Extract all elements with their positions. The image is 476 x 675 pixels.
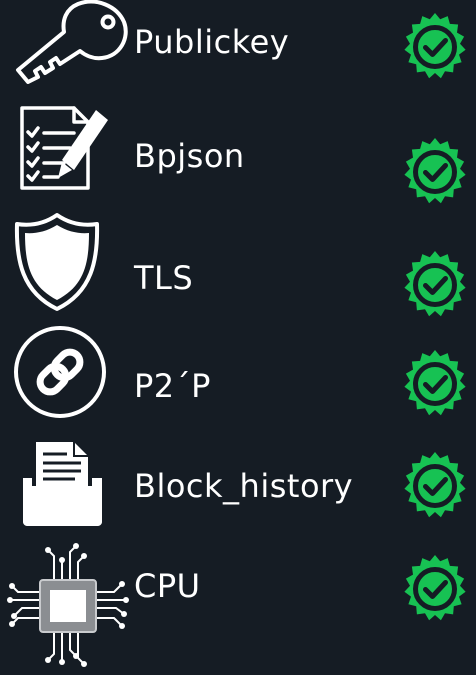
- check-badge-icon: [398, 135, 472, 209]
- list-item-publickey: Publickey: [0, 0, 476, 100]
- checklist-document-icon: [20, 106, 108, 190]
- list-item-block-history: Block_history: [0, 434, 476, 534]
- shield-icon: [14, 213, 100, 311]
- item-label: P2´P: [134, 367, 211, 405]
- item-label: Block_history: [134, 467, 354, 505]
- check-badge-icon: [398, 248, 472, 322]
- list-item-p2p: P2´P: [0, 322, 476, 422]
- list-item-cpu: CPU: [0, 540, 476, 675]
- item-label: Publickey: [134, 23, 290, 61]
- item-label: TLS: [134, 259, 194, 297]
- check-badge-icon: [398, 347, 472, 421]
- check-badge-icon: [398, 552, 472, 626]
- cpu-chip-icon: [7, 543, 129, 667]
- check-badge-icon: [398, 449, 472, 523]
- file-folder-icon: [23, 442, 102, 526]
- item-label: Bpjson: [134, 137, 245, 175]
- chain-link-icon: [14, 326, 106, 418]
- item-label: CPU: [134, 567, 201, 605]
- key-icon: [16, 0, 128, 84]
- list-item-bpjson: Bpjson: [0, 100, 476, 200]
- check-badge-icon: [398, 10, 472, 84]
- list-item-tls: TLS: [0, 210, 476, 320]
